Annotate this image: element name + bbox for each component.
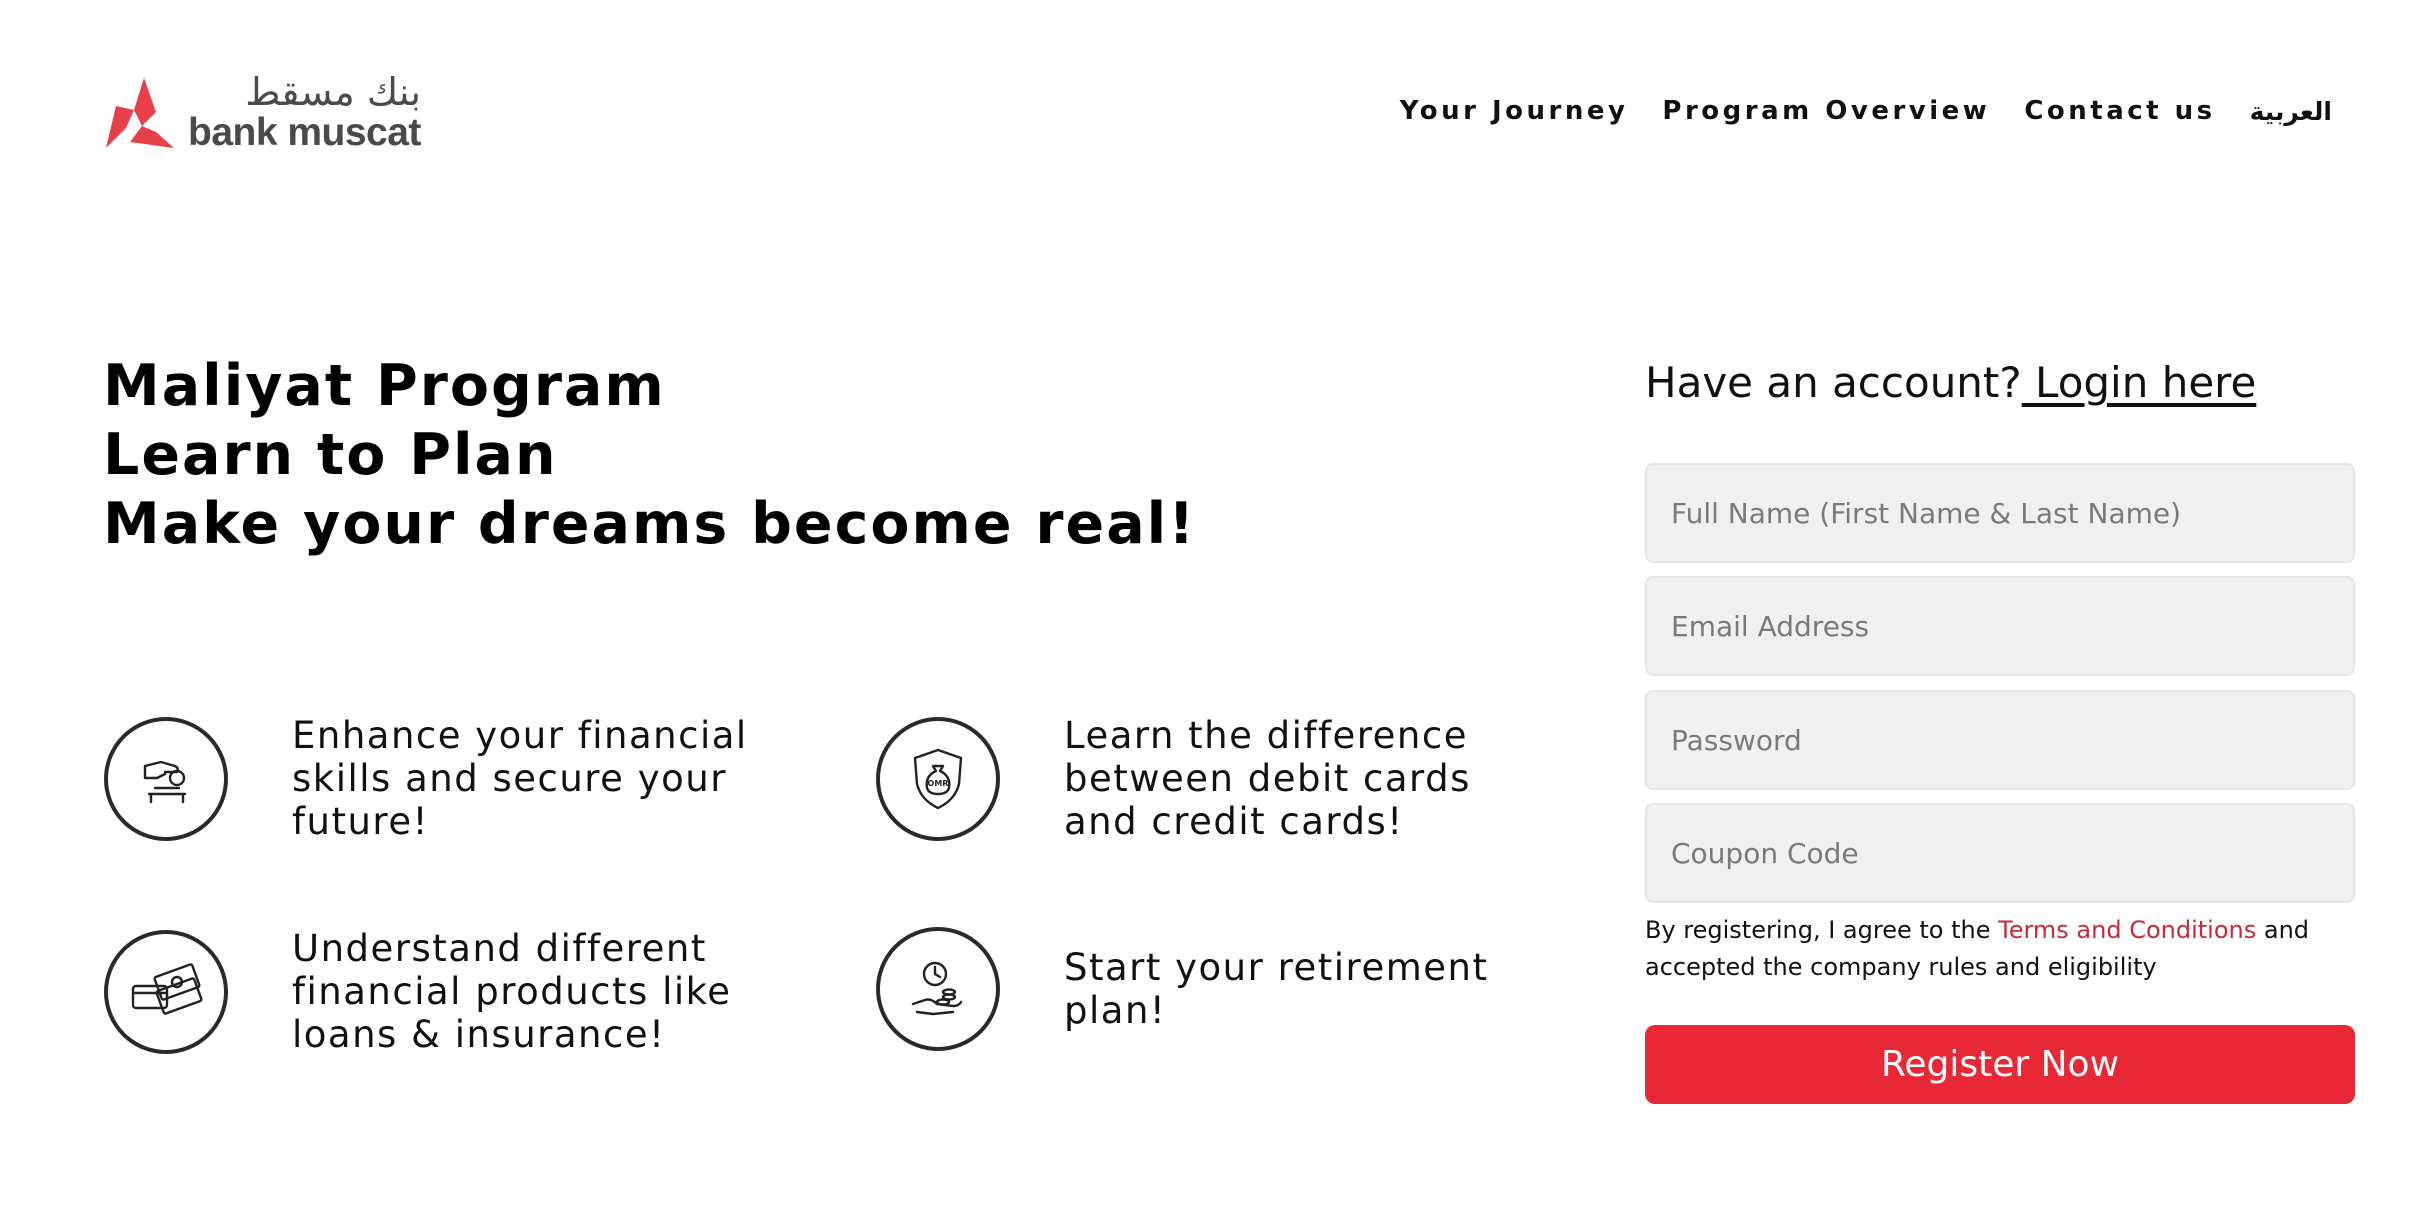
hand-coin-deposit-icon [104,716,228,841]
feature-text: Understand different financial products … [292,927,732,1056]
feature-retirement: Start your retirement plan! [876,927,1584,1051]
bank-muscat-emblem-icon [106,78,174,148]
logo-english-text: bank muscat [188,110,421,154]
cards-and-cash-icon [104,929,228,1054]
register-now-button[interactable]: Register Now [1645,1025,2355,1104]
main-nav: Your Journey Program Overview Contact us… [1400,96,2332,126]
coupon-code-input[interactable] [1645,803,2355,903]
hero-line-2: Learn to Plan [103,422,558,488]
hero-line-3: Make your dreams become real! [103,491,1197,557]
feature-text: Enhance your financial skills and secure… [292,714,748,843]
feature-text: Start your retirement plan! [1064,946,1489,1032]
feature-text: Learn the difference between debit cards… [1064,714,1471,843]
hero-heading: Maliyat Program Learn to Plan Make your … [103,352,1196,559]
logo-arabic-text: بنك مسقط [245,69,421,114]
hero-line-1: Maliyat Program [103,353,666,419]
terms-and-conditions-link[interactable]: Terms and Conditions [1998,916,2256,944]
full-name-input[interactable] [1645,463,2355,563]
email-input[interactable] [1645,576,2355,676]
svg-text:OMR: OMR [928,779,949,788]
feature-financial-skills: Enhance your financial skills and secure… [104,714,812,843]
clock-hand-coins-icon [876,927,1000,1051]
bank-muscat-logo[interactable]: بنك مسقط bank muscat [104,70,421,154]
nav-your-journey[interactable]: Your Journey [1400,96,1629,126]
password-input[interactable] [1645,690,2355,790]
have-account-prompt: Have an account? Login here [1645,358,2256,407]
nav-arabic-language[interactable]: العربية [2250,97,2332,126]
nav-contact-us[interactable]: Contact us [2024,96,2215,126]
feature-debit-credit: OMR Learn the difference between debit c… [876,714,1534,843]
shield-money-bag-icon: OMR [876,716,1000,841]
terms-prefix: By registering, I agree to the [1645,916,1999,944]
have-account-text: Have an account? [1645,358,2022,407]
terms-notice: By registering, I agree to the Terms and… [1645,912,2365,986]
feature-financial-products: Understand different financial products … [104,927,822,1056]
nav-program-overview[interactable]: Program Overview [1662,96,1990,126]
login-link[interactable]: Login here [2022,358,2256,407]
